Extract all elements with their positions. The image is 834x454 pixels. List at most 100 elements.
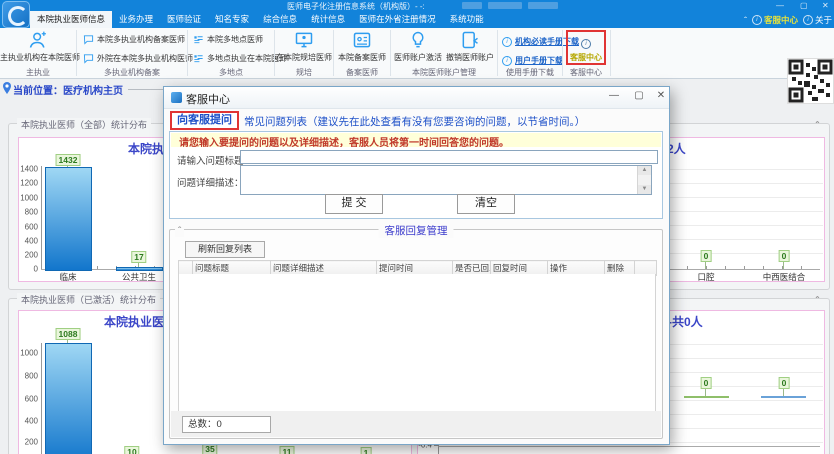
- bar-value-label: 0: [701, 250, 712, 262]
- groupbox-label: 本院执业医师（全部）统计分布: [17, 118, 151, 131]
- tab-business[interactable]: 业务办理: [112, 11, 160, 28]
- quick-actions: ˆ i 客服中心 i 关于: [744, 11, 832, 28]
- zero-bar-blue: [761, 396, 806, 398]
- y-tick: 400: [18, 417, 38, 426]
- tab-out-province[interactable]: 医师在外省注册情况: [352, 11, 443, 28]
- group-divider: [76, 30, 77, 76]
- tab-faq-list[interactable]: 常见问题列表（建议先在此处查看有没有您要咨询的问题，以节省时间。）: [244, 114, 585, 129]
- dialog-minimize-button[interactable]: —: [605, 90, 623, 101]
- question-title-input[interactable]: [240, 150, 658, 164]
- clear-button[interactable]: 清空: [457, 194, 515, 214]
- tab-info[interactable]: 综合信息: [256, 11, 304, 28]
- ribbon-group-label: 本院医师账户管理: [392, 67, 496, 78]
- ribbon-tabs: 本院执业医师信息 业务办理 医师验证 知名专家 综合信息 统计信息 医师在外省注…: [30, 11, 491, 28]
- ribbon-item-label: 在本院规培医师: [276, 52, 332, 63]
- group-divider: [610, 30, 611, 76]
- ribbon-item-multi-site-in-hospital[interactable]: 多地点执业在本院医师: [193, 53, 287, 64]
- bar-value-label: 0: [779, 250, 790, 262]
- collapse-caret[interactable]: ˆ: [816, 121, 819, 132]
- submit-button[interactable]: 提 交: [325, 194, 383, 214]
- info-icon: i: [752, 15, 762, 25]
- scroll-down-icon[interactable]: ▼: [638, 185, 651, 194]
- quick-service-center[interactable]: i 客服中心: [752, 14, 798, 26]
- refresh-reply-list-button[interactable]: 刷新回复列表: [185, 241, 265, 258]
- question-form: 请您输入要提问的问题以及详细描述，客服人员将第一时间回答您的问题。 请输入问题标…: [169, 131, 663, 219]
- bar-activated-clinical: [45, 343, 92, 454]
- window-maximize-button[interactable]: ▢: [800, 0, 808, 11]
- collapse-caret[interactable]: ˆ: [175, 226, 184, 237]
- total-count: 总数：0: [182, 416, 271, 433]
- scroll-up-icon[interactable]: ▲: [638, 166, 651, 175]
- ribbon-item-main-practice-doctors[interactable]: 主执业机构在本院医师: [0, 30, 76, 63]
- ribbon-group-label: 多执业机构备案: [78, 67, 186, 78]
- label-stem: [705, 262, 706, 269]
- bar-value-label: 10: [124, 446, 139, 454]
- scrollbar[interactable]: ▲ ▼: [637, 166, 651, 194]
- bar-value-label: 11: [280, 446, 295, 454]
- reply-footer: 总数：0: [171, 411, 661, 437]
- breadcrumb-rule: [128, 89, 164, 90]
- ribbon-item-filed-doctors[interactable]: 本院备案医师: [335, 30, 389, 63]
- group-divider: [187, 30, 188, 76]
- ribbon-item-multi-org-filed[interactable]: 本院多执业机构备案医师: [83, 34, 185, 45]
- ribbon-item-service-center[interactable]: i 客服中心: [566, 30, 606, 65]
- ribbon-group-label: 使用手册下载: [499, 67, 561, 78]
- notice-banner: 请您输入要提问的问题以及详细描述，客服人员将第一时间回答您的问题。: [171, 133, 661, 147]
- breadcrumb: 当前位置：医疗机构主页: [13, 82, 123, 97]
- dialog-maximize-button[interactable]: ▢: [630, 90, 648, 101]
- ribbon-item-training-doctors[interactable]: 在本院规培医师: [276, 30, 332, 63]
- redacted-text: [488, 2, 522, 9]
- title-bar: 医师电子化注册信息系统（机构版）- -: — ▢ ✕: [0, 0, 834, 11]
- group-divider: [390, 30, 391, 76]
- collapse-caret[interactable]: ˆ: [816, 296, 819, 307]
- ribbon-item-external-multi-org[interactable]: 外院在本院多执业机构医师: [83, 53, 193, 64]
- ribbon-item-activate-account[interactable]: 医师账户激活: [392, 30, 444, 63]
- desc-field-label: 问题详细描述：: [177, 175, 244, 189]
- y-tick: 1000: [18, 349, 38, 358]
- info-icon: i: [581, 39, 591, 49]
- ribbon-collapse-button[interactable]: ˆ: [744, 15, 747, 25]
- lightbulb-icon: [408, 30, 428, 50]
- y-tick: 800: [18, 208, 38, 217]
- tab-ask-service[interactable]: 向客服提问: [170, 111, 239, 130]
- window-minimize-button[interactable]: —: [776, 0, 784, 11]
- ribbon-item-label: 主执业机构在本院医师: [0, 52, 76, 63]
- dialog-close-button[interactable]: ✕: [652, 90, 670, 101]
- window-close-button[interactable]: ✕: [822, 0, 829, 11]
- bar-value-label: 0: [779, 377, 790, 389]
- reply-table-body[interactable]: [178, 274, 656, 412]
- question-desc-textarea[interactable]: ▲ ▼: [240, 165, 652, 195]
- link-user-manual-download[interactable]: i 用户手册下载: [502, 55, 563, 66]
- group-divider: [333, 30, 334, 76]
- tab-current-doctors[interactable]: 本院执业医师信息: [30, 11, 112, 28]
- ribbon-item-revoke-account[interactable]: 撤销医师账户: [444, 30, 496, 63]
- category-label: 公共卫生: [122, 271, 156, 282]
- ribbon-group-label: 客服中心: [566, 67, 606, 78]
- app-window: 医师电子化注册信息系统（机构版）- -: — ▢ ✕ 本院执业医师信息 业务办理…: [0, 0, 834, 454]
- ribbon-group-label: 多地点: [189, 67, 273, 78]
- bar-clinical: [45, 167, 92, 271]
- y-tick: 1200: [18, 179, 38, 188]
- dialog-title-bar[interactable]: 客服中心 — ▢ ✕: [164, 87, 669, 109]
- y-axis: [41, 166, 42, 269]
- quick-about[interactable]: i 关于: [803, 14, 832, 26]
- y-tick: 200: [18, 251, 38, 260]
- x-axis: [438, 446, 820, 447]
- tab-stats[interactable]: 统计信息: [304, 11, 352, 28]
- chat-bubble-icon: [83, 34, 94, 45]
- ribbon-item-label: 本院备案医师: [335, 52, 389, 63]
- y-tick: 1000: [18, 194, 38, 203]
- tab-system[interactable]: 系统功能: [443, 11, 491, 28]
- ribbon-item-label: 撤销医师账户: [444, 52, 496, 63]
- tab-verify[interactable]: 医师验证: [160, 11, 208, 28]
- dialog-icon: [171, 92, 182, 103]
- dialog-title: 客服中心: [186, 91, 230, 107]
- bar-value-label: 1088: [56, 328, 81, 340]
- info-icon: i: [502, 37, 512, 47]
- label-stem: [67, 340, 68, 343]
- location-pin-icon: [3, 82, 11, 94]
- tab-experts[interactable]: 知名专家: [208, 11, 256, 28]
- ribbon-item-multi-site-doctors[interactable]: 本院多地点医师: [193, 34, 263, 45]
- bar-value-label: 17: [131, 251, 146, 263]
- y-tick: 0: [18, 265, 38, 274]
